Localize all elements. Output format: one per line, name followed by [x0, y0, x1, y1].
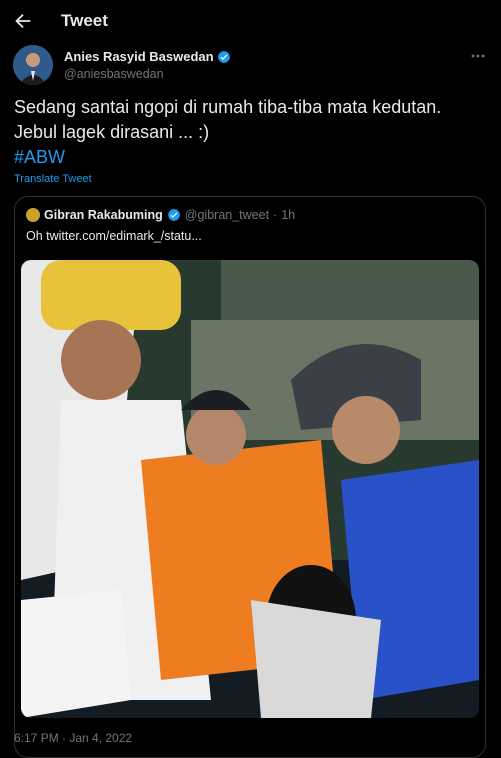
back-arrow-icon[interactable] [12, 10, 34, 32]
translate-tweet-link[interactable]: Translate Tweet [14, 173, 92, 185]
quoted-tweet-text: Oh twitter.com/edimark_/statu... [26, 229, 202, 243]
tweet-line-2: Jebul lagek dirasani ... :) [14, 122, 210, 142]
author-avatar-image [13, 45, 53, 85]
quoted-author-name[interactable]: Gibran Rakabuming [44, 208, 163, 222]
quoted-author-avatar[interactable] [26, 208, 40, 222]
author-name-row[interactable]: Anies Rasyid Baswedan [64, 49, 231, 64]
verified-badge-icon [217, 50, 230, 63]
hashtag-link[interactable]: #ABW [14, 145, 484, 170]
more-options-icon[interactable] [470, 50, 486, 62]
page-title: Tweet [61, 11, 108, 30]
author-handle[interactable]: @aniesbaswedan [64, 67, 231, 81]
quoted-tweet-header: Gibran Rakabuming @gibran_tweet · 1h [26, 208, 295, 222]
separator-dot: · [273, 208, 278, 222]
quoted-tweet[interactable]: Gibran Rakabuming @gibran_tweet · 1h Oh … [14, 196, 486, 758]
verified-badge-icon [167, 209, 180, 221]
quoted-tweet-photo[interactable] [21, 260, 479, 718]
author-info: Anies Rasyid Baswedan @aniesbaswedan [64, 49, 231, 81]
top-bar: Tweet [0, 0, 501, 44]
quoted-author-handle: @gibran_tweet [184, 208, 270, 222]
author-avatar[interactable] [13, 45, 53, 85]
tweet-line-1: Sedang santai ngopi di rumah tiba-tiba m… [14, 97, 442, 117]
quoted-time: 1h [281, 208, 296, 222]
tweet-text: Sedang santai ngopi di rumah tiba-tiba m… [14, 95, 484, 170]
photo-illustration [21, 260, 479, 718]
author-name[interactable]: Anies Rasyid Baswedan [64, 49, 214, 64]
tweet-timestamp[interactable]: 6:17 PM · Jan 4, 2022 [14, 731, 132, 745]
